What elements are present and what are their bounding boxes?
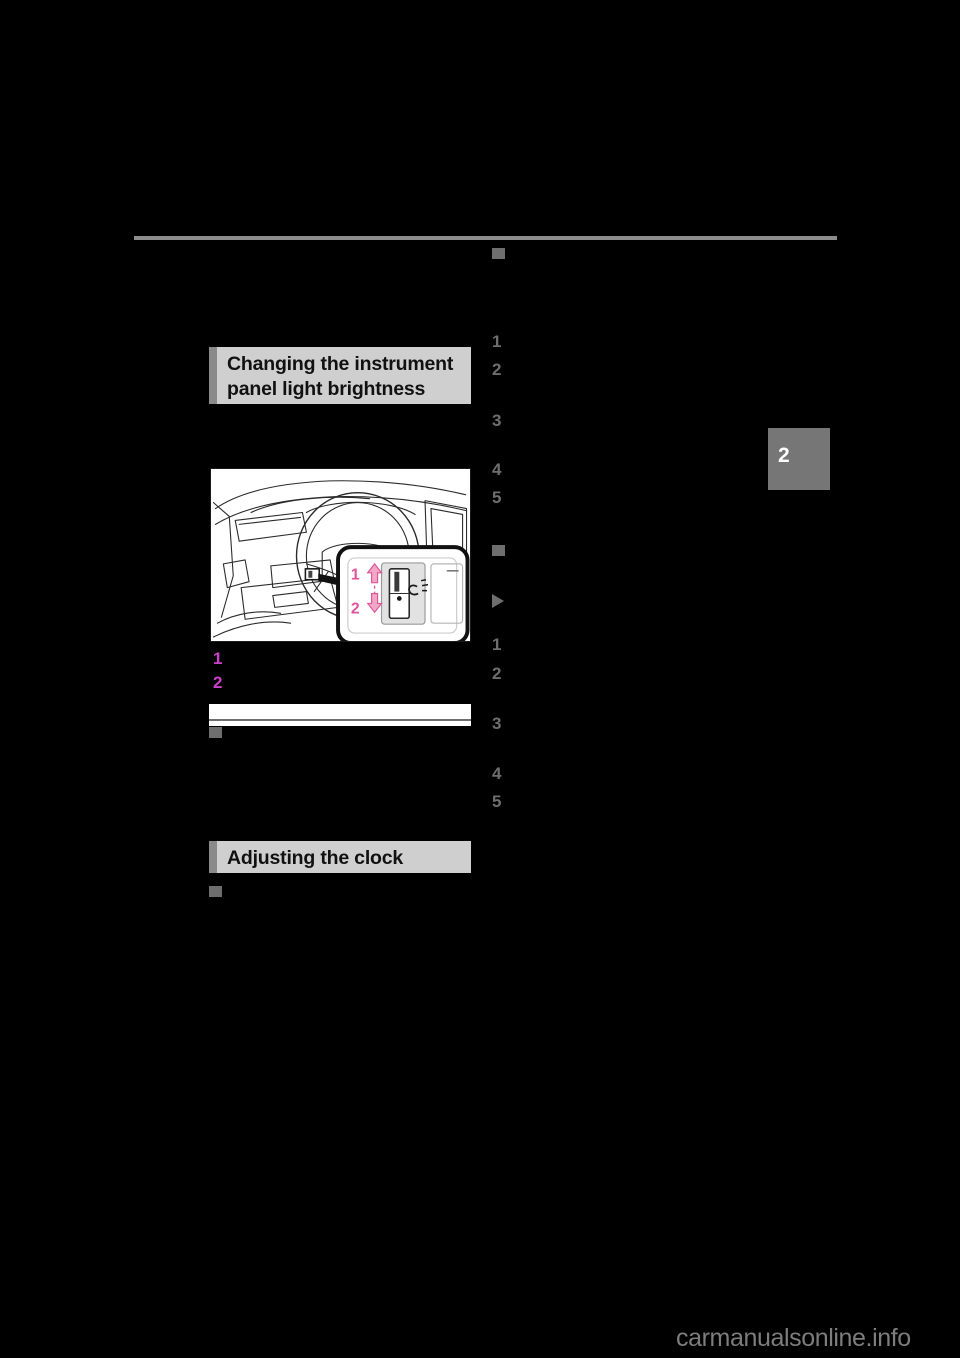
- manual-page: 2 Changing the instrument panel light br…: [0, 0, 960, 1358]
- left-step-marker-2: 2: [213, 673, 223, 692]
- page-top-rule: [134, 236, 837, 240]
- notice-box-rule: [209, 719, 471, 721]
- right-bullet-square-1: [492, 248, 505, 259]
- right-b2-step-marker-4: 4: [492, 764, 502, 783]
- right-b2-step-marker-1: 1: [492, 635, 502, 654]
- right-b1-step-marker-1: 1: [492, 332, 502, 351]
- left-bullet-square-2: [209, 886, 222, 897]
- section-heading-clock: Adjusting the clock: [209, 841, 471, 873]
- chapter-tab-number: 2: [778, 444, 790, 467]
- left-step-marker-1: 1: [213, 649, 223, 668]
- svg-text:2: 2: [351, 600, 360, 617]
- notice-box: [209, 704, 471, 726]
- right-b1-step-marker-2: 2: [492, 360, 502, 379]
- left-bullet-square-1: [209, 727, 222, 738]
- chapter-tab: 2: [768, 428, 830, 490]
- right-b2-step-marker-2: 2: [492, 664, 502, 683]
- right-arrow-triangle: [492, 594, 504, 608]
- right-bullet-square-2: [492, 545, 505, 556]
- dashboard-dimmer-illustration: 1 2: [210, 468, 471, 642]
- right-b2-step-marker-5: 5: [492, 792, 502, 811]
- right-b2-step-marker-3: 3: [492, 714, 502, 733]
- right-b1-step-marker-3: 3: [492, 411, 502, 430]
- right-b1-step-marker-5: 5: [492, 488, 502, 507]
- right-b1-step-marker-4: 4: [492, 460, 502, 479]
- svg-text:1: 1: [351, 567, 360, 584]
- site-watermark: carmanualsonline.info: [676, 1324, 911, 1352]
- section-heading-brightness: Changing the instrument panel light brig…: [209, 347, 471, 404]
- notice-box-title: [209, 726, 471, 740]
